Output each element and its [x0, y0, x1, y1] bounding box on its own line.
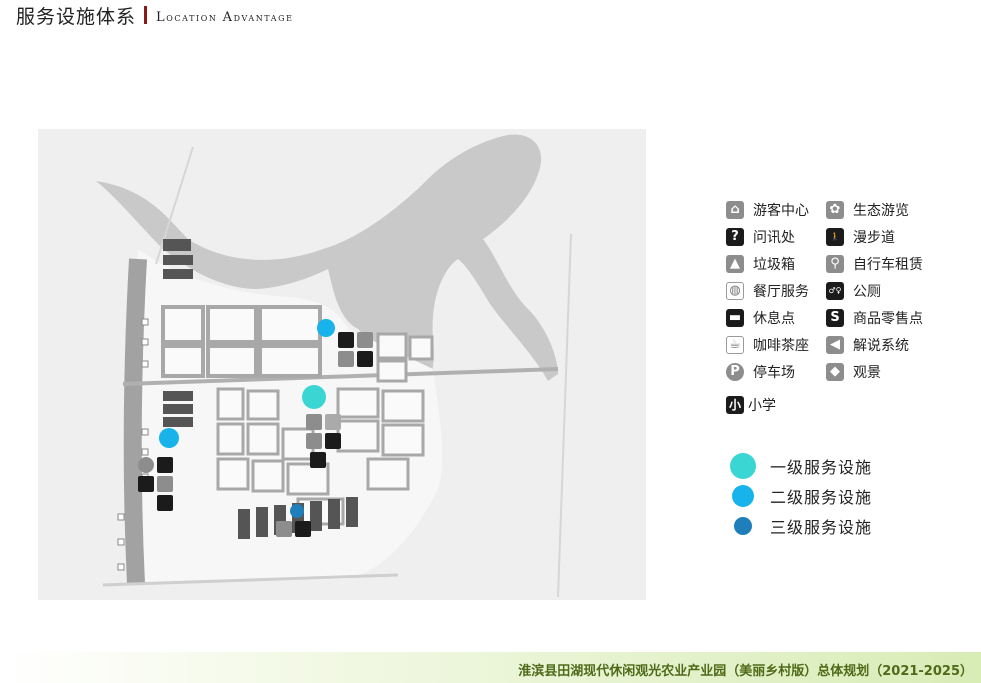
subtitle-cap-l: L: [156, 9, 167, 25]
facility-level2-west: [159, 428, 179, 448]
footer-project-title: 淮滨县田湖现代休闲观光农业产业园（美丽乡村版）总体规划（2021-2025）: [518, 664, 973, 679]
level-label: 一级服务设施: [770, 458, 873, 477]
subtitle-part-2: dvantage: [233, 10, 294, 24]
level-item: 一级服务设施: [730, 451, 872, 481]
bike-rental-icon: ⚲: [826, 254, 844, 273]
level-dot-icon: [732, 485, 754, 507]
restaurant-icon: ◍: [726, 281, 744, 300]
level-dot-icon: [730, 453, 756, 479]
legend-label: 餐厅服务: [753, 283, 809, 300]
legend-label: 问讯处: [753, 229, 795, 246]
legend-label: 游客中心: [753, 202, 809, 219]
facility-legend: ⌂ 游客中心 ✿ 生态游览? 问讯处 🚶 漫步道 ▲ 垃圾箱 ⚲ 自行车租赁 ◍ 餐厅服务 ♂♀ 公厕 ▬ 休息…: [726, 200, 966, 415]
legend-item: ? 问讯处: [726, 227, 824, 246]
walking-trail-icon: 🚶: [826, 227, 844, 246]
legend-item: ✿ 生态游览: [826, 200, 936, 219]
legend-item: ⌂ 游客中心: [726, 200, 824, 219]
coffee-icon: ☕: [726, 335, 744, 354]
footer-bar: 淮滨县田湖现代休闲观光农业产业园（美丽乡村版）总体规划（2021-2025）: [0, 652, 981, 683]
legend-item: ▲ 垃圾箱: [726, 254, 824, 273]
legend-label: 自行车租赁: [853, 256, 923, 273]
legend-item: P 停车场: [726, 362, 824, 381]
page-subtitle: Location Advantage: [156, 6, 294, 25]
title-divider: [144, 6, 148, 24]
legend-label: 咖啡茶座: [753, 337, 809, 354]
legend-item: S 商品零售点: [826, 308, 936, 327]
service-facility-map: [38, 129, 646, 600]
rest-point-icon: ▬: [726, 308, 744, 327]
main-road-west: [123, 258, 147, 585]
visitor-center-icon: ⌂: [726, 200, 744, 219]
legend-label: 观景: [853, 364, 881, 381]
legend-item: ▬ 休息点: [726, 308, 824, 327]
legend-label: 垃圾箱: [753, 256, 795, 273]
viewpoint-icon: ◆: [826, 362, 844, 381]
facility-level1-center: [302, 385, 326, 409]
page-header: 服务设施体系 Location Advantage: [16, 2, 294, 28]
legend-grid: ⌂ 游客中心 ✿ 生态游览? 问讯处 🚶 漫步道 ▲ 垃圾箱 ⚲ 自行车租赁 ◍ 餐厅服务 ♂♀ 公厕 ▬ 休息…: [726, 200, 966, 381]
level-item: 二级服务设施: [730, 481, 872, 511]
legend-item: ♂♀ 公厕: [826, 281, 936, 300]
legend-label: 解说系统: [853, 337, 909, 354]
legend-item: 🚶 漫步道: [826, 227, 936, 246]
legend-label: 商品零售点: [853, 310, 923, 327]
level-label: 三级服务设施: [770, 518, 873, 537]
legend-item: ◍ 餐厅服务: [726, 281, 824, 300]
interpretation-icon: ◀: [826, 335, 844, 354]
legend-label-school: 小学: [748, 398, 776, 414]
facility-level2-north: [317, 319, 335, 337]
facility-level3-south: [290, 504, 304, 518]
legend-item: ◀ 解说系统: [826, 335, 936, 354]
field-blocks-north: [161, 305, 322, 378]
restroom-icon: ♂♀: [826, 281, 844, 300]
legend-label: 休息点: [753, 310, 795, 327]
level-item: 三级服务设施: [730, 511, 872, 541]
subtitle-cap-a: A: [222, 9, 234, 25]
legend-item: ☕ 咖啡茶座: [726, 335, 824, 354]
school-icon: 小: [726, 396, 744, 414]
retail-icon: S: [826, 308, 844, 327]
legend-item: ⚲ 自行车租赁: [826, 254, 936, 273]
legend-label: 生态游览: [853, 202, 909, 219]
level-label: 二级服务设施: [770, 488, 873, 507]
eco-tour-icon: ✿: [826, 200, 844, 219]
page-title: 服务设施体系: [16, 5, 137, 28]
service-level-legend: 一级服务设施 二级服务设施 三级服务设施: [730, 451, 872, 541]
legend-item-school: 小 小学: [726, 395, 966, 415]
legend-label: 停车场: [753, 364, 795, 381]
information-icon: ?: [726, 227, 744, 246]
legend-item: ◆ 观景: [826, 362, 936, 381]
legend-label: 漫步道: [853, 229, 895, 246]
trash-bin-icon: ▲: [726, 254, 744, 273]
subtitle-part-1: ocation: [166, 10, 223, 24]
level-dot-icon: [734, 517, 752, 535]
legend-label: 公厕: [853, 283, 881, 300]
parking-icon: P: [726, 362, 744, 381]
